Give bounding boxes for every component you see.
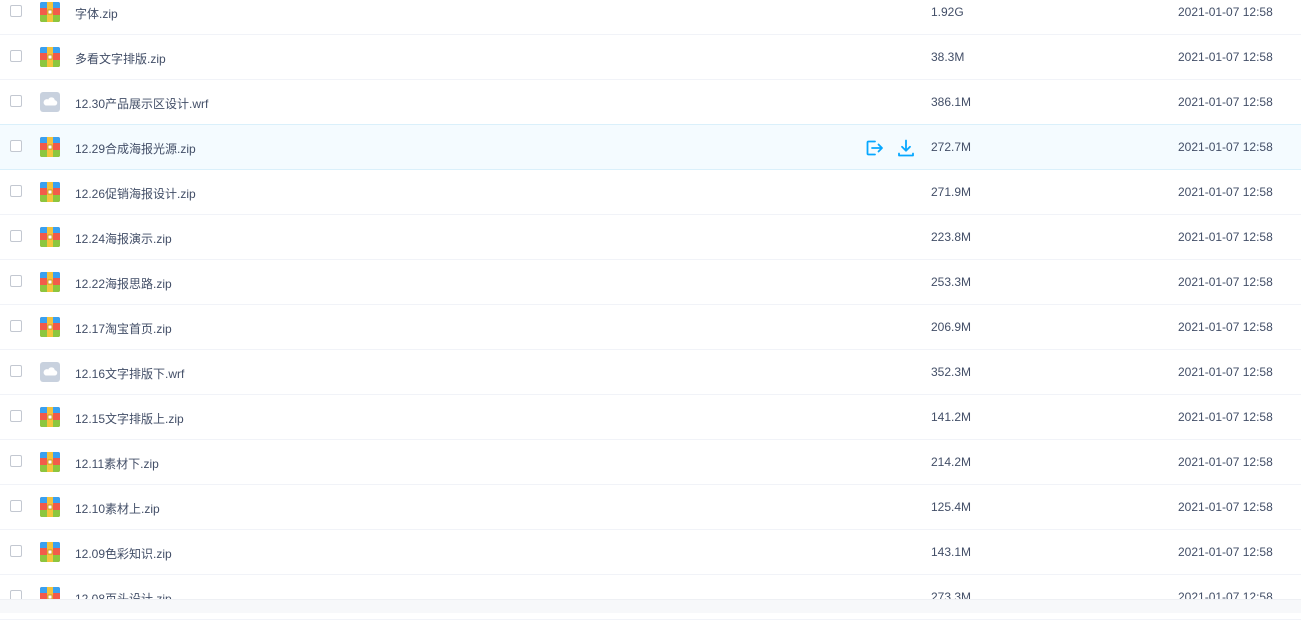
file-row[interactable]: 12.26促销海报设计.zip 271.9M 2021-01-07 12:58 xyxy=(0,170,1301,215)
file-row[interactable]: 字体.zip 1.92G 2021-01-07 12:58 xyxy=(0,0,1301,35)
row-checkbox[interactable] xyxy=(10,230,22,242)
zip-file-icon xyxy=(39,136,61,158)
file-row[interactable]: 多看文字排版.zip 38.3M 2021-01-07 12:58 xyxy=(0,35,1301,80)
file-modified-time: 2021-01-07 12:58 xyxy=(1178,500,1273,514)
file-name[interactable]: 12.15文字排版上.zip xyxy=(75,410,184,427)
row-checkbox[interactable] xyxy=(10,500,22,512)
file-name[interactable]: 12.17淘宝首页.zip xyxy=(75,320,172,337)
file-row[interactable]: 12.10素材上.zip 125.4M 2021-01-07 12:58 xyxy=(0,485,1301,530)
cloud-file-icon xyxy=(39,91,61,113)
file-name[interactable]: 12.24海报演示.zip xyxy=(75,230,172,247)
file-name[interactable]: 字体.zip xyxy=(75,5,118,22)
file-modified-time: 2021-01-07 12:58 xyxy=(1178,140,1273,154)
file-row[interactable]: 12.22海报思路.zip 253.3M 2021-01-07 12:58 xyxy=(0,260,1301,305)
file-modified-time: 2021-01-07 12:58 xyxy=(1178,50,1273,64)
file-row[interactable]: 12.29合成海报光源.zip 272.7M 2021-01-07 12:58 xyxy=(0,124,1301,170)
file-size: 206.9M xyxy=(931,320,972,334)
file-modified-time: 2021-01-07 12:58 xyxy=(1178,230,1273,244)
file-name[interactable]: 多看文字排版.zip xyxy=(75,50,166,67)
file-size: 125.4M xyxy=(931,500,972,514)
file-modified-time: 2021-01-07 12:58 xyxy=(1178,185,1273,199)
file-size: 272.7M xyxy=(931,140,972,154)
row-checkbox[interactable] xyxy=(10,320,22,332)
file-modified-time: 2021-01-07 12:58 xyxy=(1178,410,1273,424)
zip-file-icon xyxy=(39,316,61,338)
file-size: 386.1M xyxy=(931,95,972,109)
file-size: 271.9M xyxy=(931,185,972,199)
file-row[interactable]: 12.16文字排版下.wrf 352.3M 2021-01-07 12:58 xyxy=(0,350,1301,395)
file-modified-time: 2021-01-07 12:58 xyxy=(1178,365,1273,379)
file-name[interactable]: 12.26促销海报设计.zip xyxy=(75,185,196,202)
zip-file-icon xyxy=(39,496,61,518)
row-checkbox[interactable] xyxy=(10,185,22,197)
file-row[interactable]: 12.24海报演示.zip 223.8M 2021-01-07 12:58 xyxy=(0,215,1301,260)
cloud-file-icon xyxy=(39,361,61,383)
zip-file-icon xyxy=(39,46,61,68)
row-checkbox[interactable] xyxy=(10,50,22,62)
file-size: 38.3M xyxy=(931,50,965,64)
zip-file-icon xyxy=(39,451,61,473)
zip-file-icon xyxy=(39,181,61,203)
row-checkbox[interactable] xyxy=(10,140,22,152)
file-size: 141.2M xyxy=(931,410,972,424)
zip-file-icon xyxy=(39,1,61,23)
file-size: 223.8M xyxy=(931,230,972,244)
horizontal-scrollbar[interactable] xyxy=(0,599,1301,613)
download-icon[interactable] xyxy=(896,138,916,158)
file-size: 1.92G xyxy=(931,5,964,19)
file-size: 143.1M xyxy=(931,545,972,559)
file-row[interactable]: 12.08页头设计.zip273.3M2021-01-07 12:58 xyxy=(0,575,1301,620)
share-icon[interactable] xyxy=(864,138,884,158)
file-name[interactable]: 12.16文字排版下.wrf xyxy=(75,365,184,382)
file-size: 214.2M xyxy=(931,455,972,469)
file-row[interactable]: 12.15文字排版上.zip 141.2M 2021-01-07 12:58 xyxy=(0,395,1301,440)
file-row[interactable]: 12.30产品展示区设计.wrf 386.1M 2021-01-07 12:58 xyxy=(0,80,1301,125)
file-name[interactable]: 12.22海报思路.zip xyxy=(75,275,172,292)
file-modified-time: 2021-01-07 12:58 xyxy=(1178,455,1273,469)
file-name[interactable]: 12.10素材上.zip xyxy=(75,500,160,517)
row-checkbox[interactable] xyxy=(10,95,22,107)
file-name[interactable]: 12.09色彩知识.zip xyxy=(75,545,172,562)
file-row[interactable]: 12.11素材下.zip 214.2M 2021-01-07 12:58 xyxy=(0,440,1301,485)
file-modified-time: 2021-01-07 12:58 xyxy=(1178,95,1273,109)
file-name[interactable]: 12.30产品展示区设计.wrf xyxy=(75,95,208,112)
row-actions xyxy=(864,138,916,158)
file-modified-time: 2021-01-07 12:58 xyxy=(1178,545,1273,559)
file-size: 253.3M xyxy=(931,275,972,289)
file-name[interactable]: 12.29合成海报光源.zip xyxy=(75,140,196,157)
file-list: 字体.zip 1.92G 2021-01-07 12:58 多看文字排版.zip 38… xyxy=(0,0,1301,620)
file-row[interactable]: 12.17淘宝首页.zip 206.9M 2021-01-07 12:58 xyxy=(0,305,1301,350)
file-size: 352.3M xyxy=(931,365,972,379)
zip-file-icon xyxy=(39,226,61,248)
zip-file-icon xyxy=(39,271,61,293)
file-modified-time: 2021-01-07 12:58 xyxy=(1178,275,1273,289)
row-checkbox[interactable] xyxy=(10,455,22,467)
row-checkbox[interactable] xyxy=(10,5,22,17)
file-modified-time: 2021-01-07 12:58 xyxy=(1178,5,1273,19)
row-checkbox[interactable] xyxy=(10,410,22,422)
zip-file-icon xyxy=(39,406,61,428)
row-checkbox[interactable] xyxy=(10,545,22,557)
zip-file-icon xyxy=(39,541,61,563)
file-modified-time: 2021-01-07 12:58 xyxy=(1178,320,1273,334)
file-name[interactable]: 12.11素材下.zip xyxy=(75,455,159,472)
row-checkbox[interactable] xyxy=(10,365,22,377)
row-checkbox[interactable] xyxy=(10,275,22,287)
file-row[interactable]: 12.09色彩知识.zip 143.1M 2021-01-07 12:58 xyxy=(0,530,1301,575)
